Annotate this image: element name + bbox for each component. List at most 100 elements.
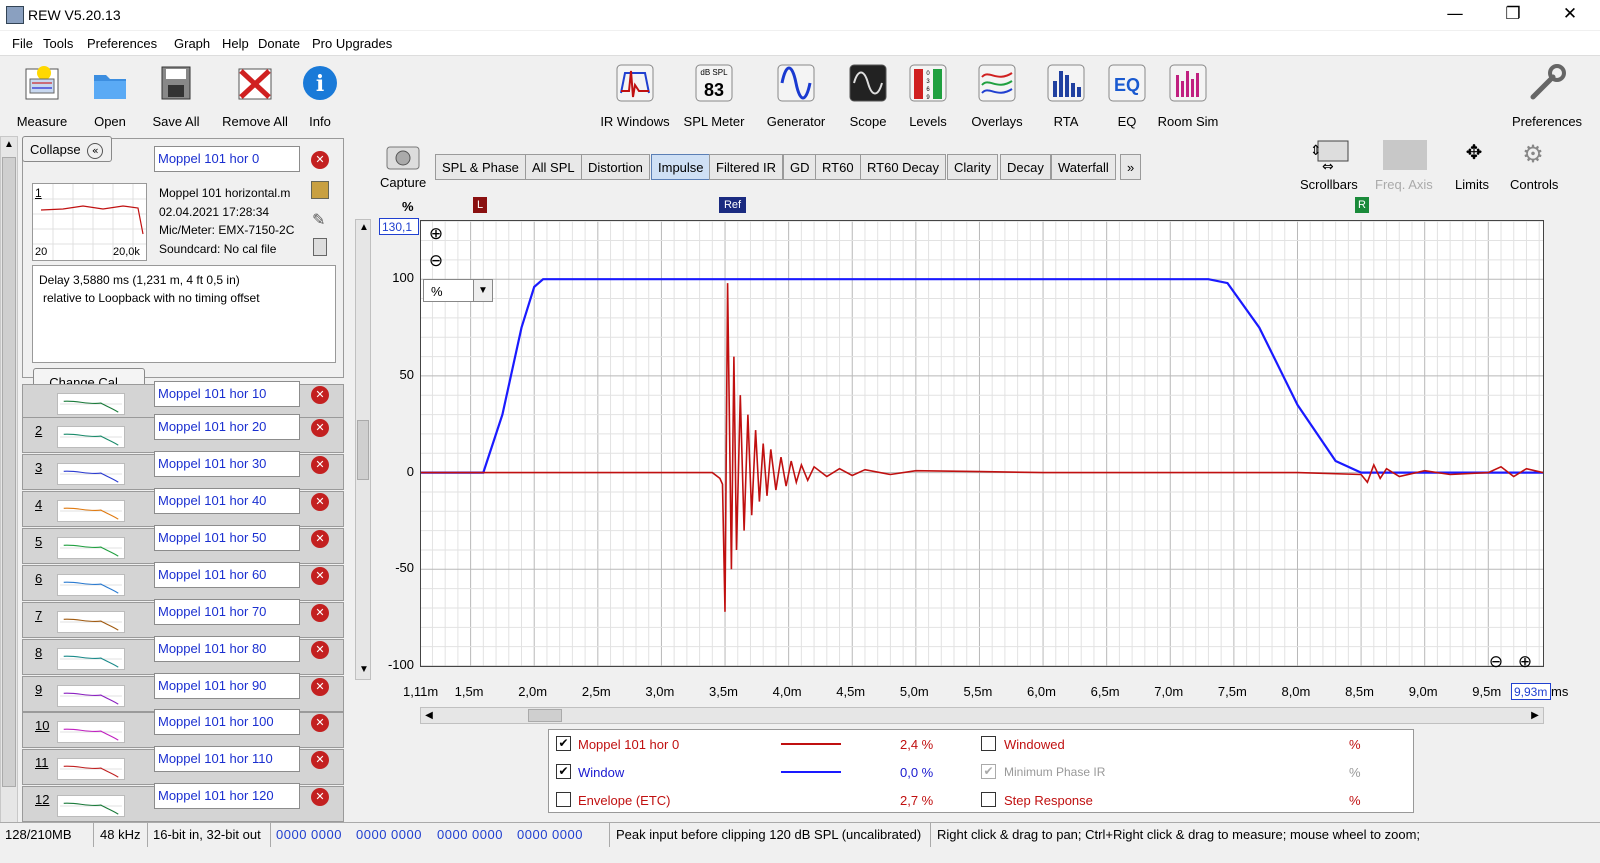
- tab-gd[interactable]: GD: [783, 154, 817, 180]
- unit-select[interactable]: % ▼: [423, 279, 493, 302]
- measurement-name-field[interactable]: Moppel 101 hor 30: [154, 451, 300, 477]
- tab-filtered-ir[interactable]: Filtered IR: [709, 154, 783, 180]
- menu-pro-upgrades[interactable]: Pro Upgrades: [312, 36, 392, 51]
- tab-waterfall[interactable]: Waterfall: [1051, 154, 1116, 180]
- zoom-in-y-icon[interactable]: ⊕: [426, 224, 446, 244]
- measurement-name-field[interactable]: Moppel 101 hor 10: [154, 381, 300, 407]
- measure-button[interactable]: Measure: [4, 63, 80, 129]
- y-scroll-thumb[interactable]: [357, 420, 369, 480]
- delete-measurement-icon[interactable]: ✕: [311, 386, 329, 404]
- menu-preferences[interactable]: Preferences: [87, 36, 157, 51]
- delete-measurement-icon[interactable]: ✕: [311, 788, 329, 806]
- tab-clarity[interactable]: Clarity: [947, 154, 998, 180]
- ir-windows-button[interactable]: IR Windows: [597, 63, 673, 129]
- open-button[interactable]: Open: [72, 63, 148, 129]
- x-scroll-thumb[interactable]: [528, 709, 562, 722]
- delete-measurement-icon[interactable]: ✕: [311, 604, 329, 622]
- delete-measurement-icon[interactable]: ✕: [311, 567, 329, 585]
- delete-measurement-icon[interactable]: ✕: [311, 641, 329, 659]
- controls-gear-icon[interactable]: ⚙: [1518, 140, 1548, 170]
- overlays-button[interactable]: Overlays: [959, 63, 1035, 129]
- menu-help[interactable]: Help: [222, 36, 249, 51]
- menu-file[interactable]: File: [12, 36, 33, 51]
- measurement-name-field[interactable]: Moppel 101 hor 50: [154, 525, 300, 551]
- tab-impulse[interactable]: Impulse: [651, 154, 711, 180]
- levels-button[interactable]: 0369 Levels: [890, 63, 966, 129]
- left-window-marker[interactable]: L: [473, 197, 487, 213]
- spl-meter-button[interactable]: dB SPL 83 SPL Meter: [676, 63, 752, 129]
- zoom-out-x-icon[interactable]: ⊖: [1486, 652, 1506, 672]
- x-scrollbar[interactable]: ◀ ▶: [420, 707, 1544, 724]
- room-sim-button[interactable]: Room Sim: [1150, 63, 1226, 129]
- tab-rt60[interactable]: RT60: [815, 154, 861, 180]
- save-measurement-icon[interactable]: [311, 181, 329, 199]
- ref-marker[interactable]: Ref: [719, 197, 746, 213]
- collapse-button[interactable]: Collapse «: [22, 136, 112, 162]
- y-max-field[interactable]: 130,1: [379, 218, 419, 235]
- delete-measurement-icon[interactable]: ✕: [311, 456, 329, 474]
- legend-option-checkbox[interactable]: [981, 736, 996, 751]
- info-button[interactable]: i Info: [282, 63, 358, 129]
- y-scrollbar[interactable]: ▲ ▼: [355, 219, 371, 680]
- capture-button[interactable]: [385, 141, 421, 171]
- measurement-index: 4: [35, 497, 43, 512]
- measurement-name-field[interactable]: Moppel 101 hor 70: [154, 599, 300, 625]
- tab-rt60-decay[interactable]: RT60 Decay: [860, 154, 947, 180]
- measurement-name-field[interactable]: Moppel 101 hor 100: [154, 709, 300, 735]
- delete-measurement-icon[interactable]: ✕: [311, 678, 329, 696]
- delete-measurement-icon[interactable]: ✕: [311, 419, 329, 437]
- legend-checkbox[interactable]: ✔: [556, 736, 571, 751]
- zoom-in-x-icon[interactable]: ⊕: [1515, 652, 1535, 672]
- edit-pencil-icon[interactable]: ✎: [312, 210, 328, 229]
- preferences-button[interactable]: Preferences: [1507, 63, 1587, 129]
- x-scroll-right-icon[interactable]: ▶: [1527, 708, 1543, 723]
- delete-measurement-icon[interactable]: ✕: [311, 493, 329, 511]
- delete-measurement-icon[interactable]: ✕: [311, 151, 329, 169]
- tab-distortion[interactable]: Distortion: [581, 154, 650, 180]
- limits-icon[interactable]: ✥: [1452, 140, 1496, 170]
- measurement-name-field[interactable]: Moppel 101 hor 20: [154, 414, 300, 440]
- measurement-list-scrollbar[interactable]: ▲ ▼: [0, 136, 18, 836]
- tab-more[interactable]: »: [1120, 154, 1142, 180]
- x-max-field[interactable]: 9,93m: [1511, 683, 1551, 700]
- delete-measurement-icon[interactable]: ✕: [311, 714, 329, 732]
- delete-measurement-icon[interactable]: ✕: [311, 751, 329, 769]
- measurement-name-field[interactable]: Moppel 101 hor 80: [154, 636, 300, 662]
- legend-series-name: Moppel 101 hor 0: [578, 737, 680, 752]
- legend-checkbox[interactable]: [556, 792, 571, 807]
- impulse-plot[interactable]: [420, 220, 1544, 667]
- save-all-button[interactable]: Save All: [138, 63, 214, 129]
- minimize-button[interactable]: —: [1432, 0, 1478, 30]
- controls-label: Controls: [1510, 177, 1559, 192]
- measurement-notes[interactable]: Delay 3,5880 ms (1,231 m, 4 ft 0,5 in) r…: [32, 265, 336, 363]
- x-scroll-left-icon[interactable]: ◀: [421, 708, 437, 723]
- scroll-thumb[interactable]: [2, 157, 16, 787]
- tab-all-spl[interactable]: All SPL: [525, 154, 582, 180]
- legend-checkbox[interactable]: ✔: [556, 764, 571, 779]
- y-scroll-down-icon[interactable]: ▼: [356, 662, 372, 678]
- legend-option-checkbox[interactable]: ✔: [981, 764, 996, 779]
- legend-option-checkbox[interactable]: [981, 792, 996, 807]
- measurement-name-field[interactable]: Moppel 101 hor 40: [154, 488, 300, 514]
- right-window-marker[interactable]: R: [1355, 197, 1369, 213]
- close-button[interactable]: ✕: [1547, 0, 1593, 30]
- scroll-up-icon[interactable]: ▲: [1, 137, 17, 153]
- main-measurement-name-field[interactable]: Moppel 101 hor 0: [154, 146, 300, 172]
- measurement-name-field[interactable]: Moppel 101 hor 60: [154, 562, 300, 588]
- menu-tools[interactable]: Tools: [43, 36, 73, 51]
- zoom-out-y-icon[interactable]: ⊖: [426, 251, 446, 271]
- scrollbars-button[interactable]: ⇕ ⇔: [1308, 137, 1352, 175]
- tab-decay[interactable]: Decay: [1000, 154, 1051, 180]
- notes-icon[interactable]: [313, 238, 327, 256]
- delete-measurement-icon[interactable]: ✕: [311, 530, 329, 548]
- measurement-name-field[interactable]: Moppel 101 hor 120: [154, 783, 300, 809]
- menu-donate[interactable]: Donate: [258, 36, 300, 51]
- maximize-button[interactable]: ❐: [1490, 0, 1536, 30]
- measurement-name-field[interactable]: Moppel 101 hor 110: [154, 746, 300, 772]
- unit-select-value: %: [431, 284, 443, 299]
- y-scroll-up-icon[interactable]: ▲: [356, 220, 372, 236]
- tab-spl-phase[interactable]: SPL & Phase: [435, 154, 526, 180]
- menu-graph[interactable]: Graph: [174, 36, 210, 51]
- measurement-name-field[interactable]: Moppel 101 hor 90: [154, 673, 300, 699]
- generator-button[interactable]: Generator: [758, 63, 834, 129]
